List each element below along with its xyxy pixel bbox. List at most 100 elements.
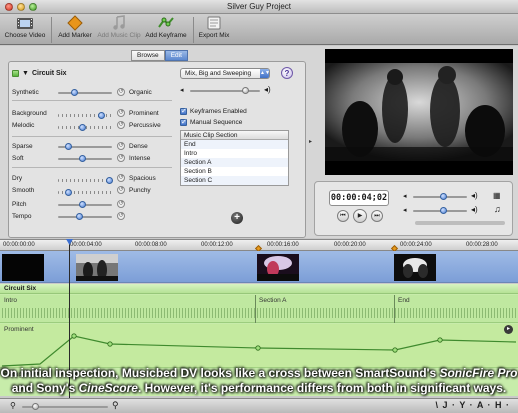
zoom-out-icon[interactable]: ⚲ — [10, 401, 16, 410]
add-keyframe-button[interactable]: Add Keyframe — [145, 15, 187, 39]
video-volume-slider[interactable]: ◂ ◂) ▦ — [403, 191, 511, 202]
tab-browse[interactable]: Browse — [131, 50, 165, 61]
reset-icon[interactable]: ↺ — [117, 154, 125, 162]
video-volume-knob[interactable] — [440, 193, 447, 200]
video-track[interactable] — [0, 251, 518, 283]
music-sections-row[interactable]: Intro Section A End — [0, 295, 518, 323]
slider-left-label: Melodic — [12, 122, 35, 129]
toolbar-divider — [51, 17, 52, 43]
music-volume-slider[interactable]: ◂ ◂) ♫ — [403, 204, 511, 216]
collapse-arrow-icon[interactable]: ▸ — [309, 138, 312, 145]
choose-video-button[interactable]: Choose Video — [4, 15, 46, 39]
forward-button[interactable]: ⏭ — [371, 210, 383, 222]
slider-knob[interactable] — [76, 213, 83, 220]
toolbar: Choose Video Add Marker Add Music Clip A… — [0, 14, 518, 45]
slider-group-divider — [12, 167, 172, 168]
mix-slider-row[interactable]: Dry ↺ Spacious — [12, 174, 187, 184]
video-thumbnail — [76, 254, 118, 281]
slider-knob[interactable] — [65, 143, 72, 150]
toolbar-divider — [193, 17, 194, 43]
timeline-ruler[interactable]: 00:00:00:00 00:00:04:00 00:00:08:00 00:0… — [0, 239, 518, 253]
music-volume-knob[interactable] — [440, 207, 447, 214]
list-item[interactable]: End — [181, 140, 288, 149]
choose-video-label: Choose Video — [4, 32, 46, 39]
reset-icon[interactable]: ↺ — [117, 109, 125, 117]
play-button[interactable]: ▶ — [353, 209, 367, 223]
speaker-high-icon: ◂) — [471, 191, 478, 200]
volume-knob[interactable] — [242, 87, 249, 94]
mix-slider-row[interactable]: Pitch ↺ — [12, 200, 187, 209]
list-item[interactable]: Section A — [181, 158, 288, 167]
slider-left-label: Dry — [12, 175, 23, 182]
slider-knob[interactable] — [79, 201, 86, 208]
zoom-slider[interactable]: ⚲ ⚲ — [10, 400, 120, 411]
mix-slider-row[interactable]: Sparse ↺ Dense — [12, 142, 187, 151]
mix-slider-row[interactable]: Synthetic ↺ Organic — [12, 88, 187, 97]
slider-knob[interactable] — [79, 124, 86, 131]
manual-sequence-option[interactable]: Manual Sequence — [180, 118, 243, 126]
slider-group-divider — [12, 136, 172, 137]
slider-right-label: Percussive — [129, 122, 161, 129]
export-mix-button[interactable]: Export Mix — [197, 15, 231, 39]
music-note-icon: ♫ — [494, 204, 501, 214]
zoom-in-icon[interactable]: ⚲ — [112, 400, 119, 411]
slider-knob[interactable] — [71, 89, 78, 96]
add-keyframe-label: Add Keyframe — [145, 32, 187, 39]
ruler-label: 00:00:08:00 — [135, 242, 167, 248]
list-item[interactable]: Section B — [181, 167, 288, 176]
ruler-label: 00:00:00:00 — [3, 242, 35, 248]
window-title: Silver Guy Project — [226, 2, 292, 11]
music-clip-section-list[interactable]: Music Clip Section End Intro Section A S… — [180, 130, 289, 186]
add-marker-button[interactable]: Add Marker — [57, 15, 93, 39]
list-item[interactable]: Intro — [181, 149, 288, 158]
slider-knob[interactable] — [65, 189, 72, 196]
reset-icon[interactable]: ↺ — [117, 88, 125, 96]
reset-icon[interactable]: ↺ — [117, 121, 125, 129]
mix-style-dropdown[interactable]: Mix, Big and Sweeping ▲▼ — [180, 68, 270, 79]
help-button[interactable]: ? — [281, 67, 293, 79]
caption-overlay: On initial inspection, Musicbed DV looks… — [0, 366, 518, 398]
mix-slider-row[interactable]: Melodic ↺ Percussive — [12, 121, 187, 131]
reset-icon[interactable]: ↺ — [117, 186, 125, 194]
list-items: End Intro Section A Section B Section C — [181, 140, 288, 185]
volume-track — [190, 87, 260, 94]
slider-left-label: Sparse — [12, 143, 33, 150]
section-label: End — [398, 297, 410, 304]
thumbnail-image — [76, 254, 118, 281]
list-item[interactable]: Section C — [181, 176, 288, 185]
manual-sequence-checkbox[interactable] — [180, 118, 187, 126]
progress-track — [415, 221, 505, 225]
slider-knob[interactable] — [79, 155, 86, 162]
slider-right-label: Dense — [129, 143, 148, 150]
disclosure-triangle-icon[interactable]: ▼ — [22, 70, 29, 77]
add-section-button[interactable]: + — [231, 212, 243, 224]
video-frame — [325, 49, 513, 175]
mix-slider-row[interactable]: Tempo ↺ — [12, 212, 187, 221]
caption-product: SonicFire Pro — [439, 366, 518, 380]
slider-knob[interactable] — [106, 177, 113, 184]
reset-icon[interactable]: ↺ — [117, 174, 125, 182]
ruler-label: 00:00:04:00 — [70, 242, 102, 248]
keyframes-enabled-option[interactable]: Keyframes Enabled — [180, 107, 247, 115]
reset-icon[interactable]: ↺ — [117, 142, 125, 150]
manual-sequence-label: Manual Sequence — [190, 119, 243, 126]
music-track-header: Circuit Six — [0, 284, 518, 294]
slider-track — [58, 143, 112, 150]
reset-icon[interactable]: ↺ — [117, 212, 125, 220]
track-volume-slider[interactable]: ◂ ◂) — [180, 85, 275, 96]
zoom-knob[interactable] — [32, 403, 39, 410]
tab-edit[interactable]: Edit — [164, 50, 188, 61]
caption-text: . However, it's performance differs from… — [137, 381, 507, 395]
mix-slider-row[interactable]: Smooth ↺ Punchy — [12, 186, 187, 196]
slider-knob[interactable] — [98, 112, 105, 119]
mix-slider-row[interactable]: Background ↺ Prominent — [12, 109, 187, 119]
keyframes-enabled-checkbox[interactable] — [180, 107, 187, 115]
mix-slider-row[interactable]: Soft ↺ Intense — [12, 154, 187, 163]
add-music-clip-label: Add Music Clip — [97, 32, 141, 39]
video-preview — [325, 49, 513, 175]
add-music-clip-button[interactable]: Add Music Clip — [96, 15, 142, 39]
rewind-button[interactable]: ⏮ — [337, 210, 349, 222]
video-thumbnail — [257, 254, 299, 281]
reset-icon[interactable]: ↺ — [117, 200, 125, 208]
track-enable-checkbox[interactable] — [12, 70, 19, 77]
